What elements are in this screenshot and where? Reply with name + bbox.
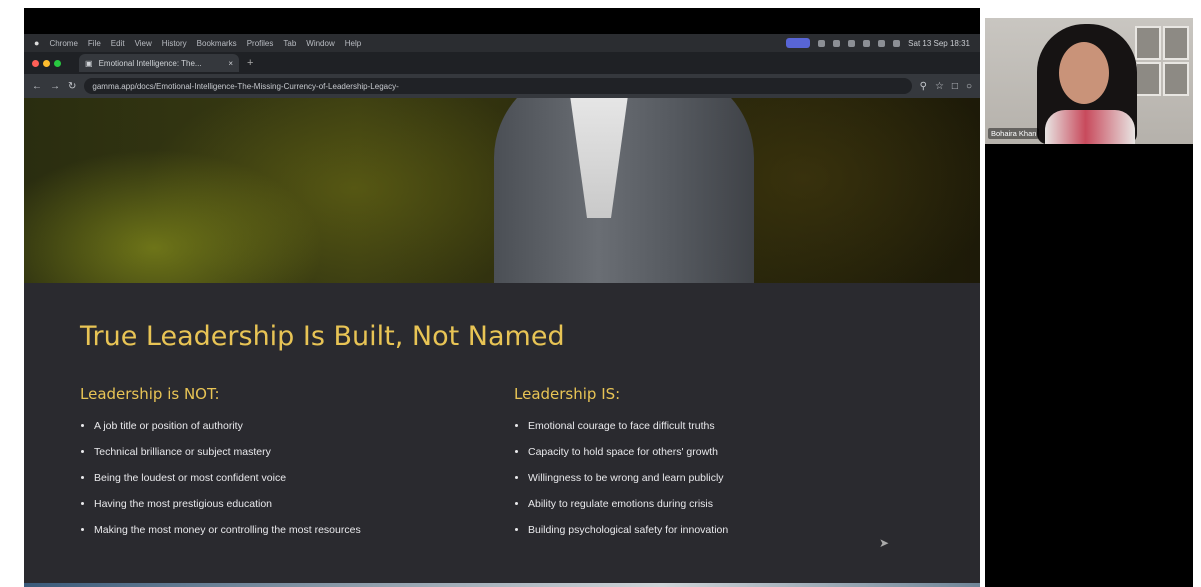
leadership-is-column: Leadership IS: Emotional courage to face… (514, 385, 894, 543)
list-item: Being the loudest or most confident voic… (94, 465, 460, 491)
list-item: Capacity to hold space for others' growt… (528, 439, 894, 465)
search-icon[interactable] (893, 39, 901, 47)
tray-icon[interactable] (818, 39, 826, 47)
wifi-icon[interactable] (863, 39, 871, 47)
status-tray: Sat 13 Sep 18:31 (786, 38, 980, 48)
list-item: Emotional courage to face difficult trut… (528, 413, 894, 439)
mac-menu-bar: ● Chrome File Edit View History Bookmark… (24, 34, 980, 52)
close-tab-icon[interactable]: × (228, 59, 233, 68)
participant-video-tile[interactable]: Bohaira Khan (985, 18, 1193, 144)
browser-tab-bar: ▣ Emotional Intelligence: The... × + (24, 52, 980, 74)
menu-bar-clock[interactable]: Sat 13 Sep 18:31 (908, 39, 970, 48)
menu-view[interactable]: View (135, 39, 152, 48)
leadership-is-list: Emotional courage to face difficult trut… (514, 413, 894, 543)
mouse-cursor-icon: ➤ (879, 536, 890, 550)
screen-share-indicator-icon[interactable] (786, 38, 811, 48)
list-item: A job title or position of authority (94, 413, 460, 439)
participant-face (1059, 42, 1109, 104)
tab-title: Emotional Intelligence: The... (98, 58, 202, 68)
new-tab-button[interactable]: + (247, 57, 253, 69)
wall-frame-decoration (1135, 26, 1161, 60)
menu-profiles[interactable]: Profiles (247, 39, 274, 48)
wall-frame-decoration (1163, 26, 1189, 60)
dock-strip (24, 583, 980, 587)
participant-body (1045, 110, 1135, 144)
menu-tab[interactable]: Tab (283, 39, 296, 48)
slide-title: True Leadership Is Built, Not Named (80, 321, 565, 352)
slide-hero-image (24, 98, 980, 283)
wall-frame-decoration (1163, 62, 1189, 96)
participant-name-label: Bohaira Khan (988, 128, 1040, 139)
video-call-panel: Bohaira Khan (985, 18, 1193, 587)
speaker-suit-image (494, 98, 754, 283)
leadership-not-list: A job title or position of authority Tec… (80, 413, 460, 543)
bookmark-star-icon[interactable]: ☆ (935, 81, 944, 92)
reload-button[interactable]: ↻ (68, 81, 76, 92)
list-item: Ability to regulate emotions during cris… (528, 491, 894, 517)
leadership-is-heading: Leadership IS: (514, 385, 621, 403)
list-item: Willingness to be wrong and learn public… (528, 465, 894, 491)
zoom-window-icon[interactable] (54, 59, 61, 67)
list-item: Making the most money or controlling the… (94, 517, 460, 543)
page-favicon-icon: ▣ (85, 58, 93, 68)
list-item: Having the most prestigious education (94, 491, 460, 517)
leadership-not-column: Leadership is NOT: A job title or positi… (80, 385, 460, 543)
url-text: gamma.app/docs/Emotional-Intelligence-Th… (92, 81, 399, 91)
back-button[interactable]: ← (32, 81, 42, 92)
tray-icon[interactable] (848, 39, 856, 47)
wall-frame-decoration (1135, 62, 1161, 96)
forward-button[interactable]: → (50, 81, 60, 92)
extensions-icon[interactable]: □ (952, 81, 958, 92)
apple-menu-icon[interactable]: ● (34, 38, 39, 48)
address-bar[interactable]: gamma.app/docs/Emotional-Intelligence-Th… (84, 78, 912, 94)
profile-icon[interactable]: ○ (966, 81, 972, 92)
menu-file[interactable]: File (88, 39, 101, 48)
list-item: Technical brilliance or subject mastery (94, 439, 460, 465)
battery-icon[interactable] (878, 39, 886, 47)
menu-edit[interactable]: Edit (111, 39, 125, 48)
minimize-window-icon[interactable] (43, 59, 50, 67)
list-item: Building psychological safety for innova… (528, 517, 894, 543)
tray-icon[interactable] (833, 39, 841, 47)
zoom-icon[interactable]: ⚲ (920, 81, 927, 92)
menu-window[interactable]: Window (306, 39, 334, 48)
browser-toolbar: ← → ↻ gamma.app/docs/Emotional-Intellige… (24, 74, 980, 98)
close-window-icon[interactable] (32, 59, 39, 67)
menu-bookmarks[interactable]: Bookmarks (197, 39, 237, 48)
slide-content: True Leadership Is Built, Not Named Lead… (24, 283, 980, 587)
menu-help[interactable]: Help (345, 39, 361, 48)
shared-screen: ● Chrome File Edit View History Bookmark… (24, 8, 980, 587)
menu-history[interactable]: History (162, 39, 187, 48)
browser-tab-active[interactable]: ▣ Emotional Intelligence: The... × (79, 54, 239, 72)
menu-chrome[interactable]: Chrome (49, 39, 77, 48)
leadership-not-heading: Leadership is NOT: (80, 385, 220, 403)
